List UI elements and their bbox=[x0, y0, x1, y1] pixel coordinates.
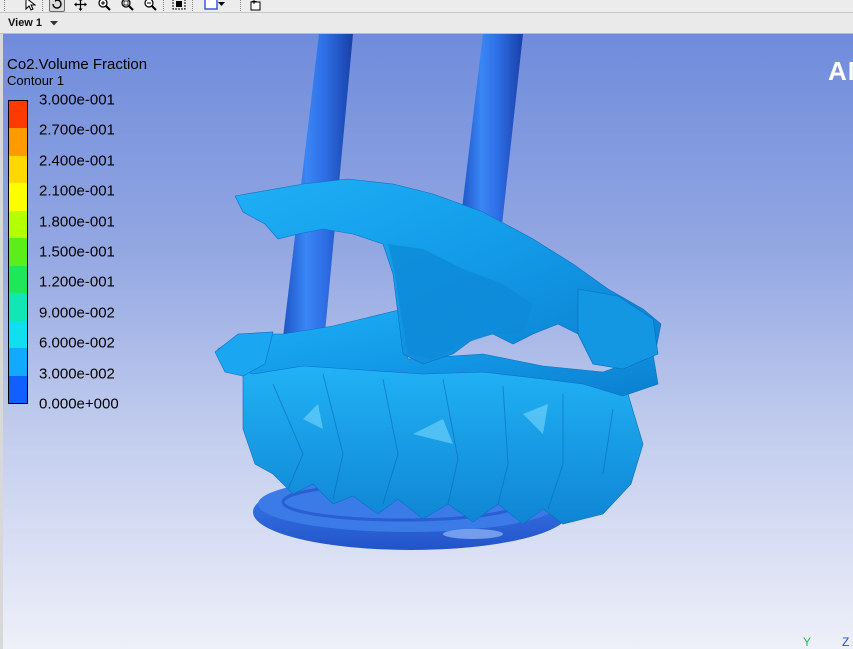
toolbar-separator bbox=[4, 0, 6, 11]
viewport-layout-icon bbox=[203, 0, 218, 10]
fit-view-icon bbox=[172, 0, 186, 10]
graphics-viewport[interactable]: Co2.Volume Fraction Contour 1 3.000e-001… bbox=[3, 34, 853, 649]
new-window-tool-button[interactable] bbox=[247, 0, 263, 12]
legend-color-segment bbox=[9, 238, 27, 266]
toolbar-separator bbox=[240, 0, 242, 11]
legend-color-segment bbox=[9, 101, 27, 129]
fit-view-tool-button[interactable] bbox=[171, 0, 187, 12]
zoom-box-icon bbox=[121, 0, 134, 11]
legend-tick-label: 6.000e-002 bbox=[39, 334, 115, 352]
legend-tick-label: 2.100e-001 bbox=[39, 182, 115, 200]
graphics-toolbar bbox=[0, 0, 853, 13]
legend-tick-label: 9.000e-002 bbox=[39, 304, 115, 322]
chevron-down-icon bbox=[217, 1, 225, 6]
legend-tick-label: 1.200e-001 bbox=[39, 273, 115, 291]
legend-color-segment bbox=[9, 320, 27, 349]
legend-tick-label: 3.000e-002 bbox=[39, 365, 115, 383]
axis-triad-y-label: Y bbox=[803, 635, 812, 649]
legend-tick-label: 1.800e-001 bbox=[39, 213, 115, 231]
legend-tick-label: 3.000e-001 bbox=[39, 91, 115, 109]
legend-color-segment bbox=[9, 128, 27, 156]
contour-3d-render[interactable] bbox=[3, 34, 853, 649]
rotate-icon bbox=[52, 0, 62, 9]
zoom-icon bbox=[98, 0, 111, 11]
zoom-fit-tool-button[interactable] bbox=[142, 0, 158, 12]
new-window-icon bbox=[250, 0, 260, 10]
legend-colorbar bbox=[8, 100, 28, 404]
zoom-fit-icon bbox=[144, 0, 157, 11]
legend-color-segment bbox=[9, 265, 27, 294]
toolbar-separator bbox=[192, 0, 194, 11]
base-disc-highlight bbox=[443, 529, 503, 539]
legend-tick-label: 1.500e-001 bbox=[39, 243, 115, 261]
chevron-down-icon bbox=[50, 20, 59, 25]
legend-color-segment bbox=[9, 375, 27, 403]
viewport-layout-tool-button[interactable] bbox=[199, 0, 229, 12]
zoom-tool-button[interactable] bbox=[96, 0, 112, 12]
arrow-cursor-icon bbox=[25, 0, 36, 11]
iso-surface-right-flap bbox=[577, 288, 659, 370]
legend-subtitle: Contour 1 bbox=[7, 73, 65, 88]
toolbar-separator bbox=[42, 0, 44, 11]
rotate-tool-button[interactable] bbox=[49, 0, 65, 12]
pan-icon bbox=[73, 0, 87, 11]
legend-color-segment bbox=[9, 183, 27, 211]
brand-logo-text: AN bbox=[828, 56, 853, 86]
pipe-right bbox=[459, 34, 523, 234]
view-label: View 1 bbox=[8, 17, 43, 29]
legend-title: Co2.Volume Fraction bbox=[7, 56, 148, 73]
pan-tool-button[interactable] bbox=[72, 0, 88, 12]
legend-color-segment bbox=[9, 348, 27, 376]
zoom-box-tool-button[interactable] bbox=[119, 0, 135, 12]
legend-tick-label: 0.000e+000 bbox=[39, 395, 119, 413]
toolbar-separator bbox=[163, 0, 165, 11]
legend-tick-label: 2.400e-001 bbox=[39, 152, 115, 170]
legend-tick-label: 2.700e-001 bbox=[39, 121, 115, 139]
axis-triad-z-label: Z bbox=[842, 635, 850, 649]
legend-color-segment bbox=[9, 210, 27, 239]
select-tool-button[interactable] bbox=[22, 0, 38, 12]
view-dropdown[interactable]: View 1 bbox=[8, 16, 59, 30]
legend-color-segment bbox=[9, 293, 27, 321]
legend-color-segment bbox=[9, 155, 27, 184]
view-selector-bar: View 1 bbox=[0, 13, 853, 34]
